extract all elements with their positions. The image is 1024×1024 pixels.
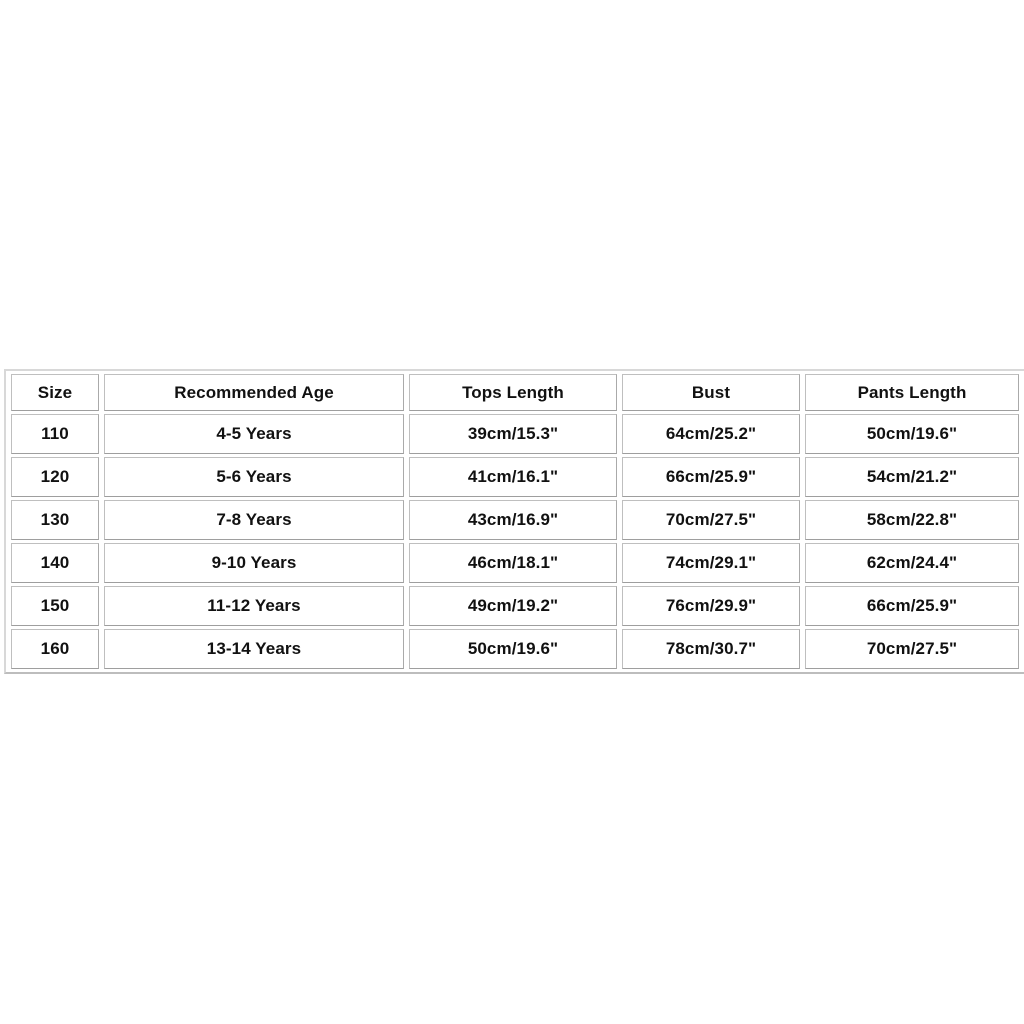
cell-bust: 76cm/29.9" <box>622 586 800 626</box>
size-chart-container: Size Recommended Age Tops Length Bust Pa… <box>4 369 1024 674</box>
column-header-pants-length: Pants Length <box>805 374 1019 411</box>
table-row: 130 7-8 Years 43cm/16.9" 70cm/27.5" 58cm… <box>11 500 1019 540</box>
cell-size: 130 <box>11 500 99 540</box>
cell-recommended-age: 11-12 Years <box>104 586 404 626</box>
cell-recommended-age: 7-8 Years <box>104 500 404 540</box>
cell-pants-length: 54cm/21.2" <box>805 457 1019 497</box>
table-row: 140 9-10 Years 46cm/18.1" 74cm/29.1" 62c… <box>11 543 1019 583</box>
cell-tops-length: 49cm/19.2" <box>409 586 617 626</box>
table-row: 120 5-6 Years 41cm/16.1" 66cm/25.9" 54cm… <box>11 457 1019 497</box>
cell-tops-length: 39cm/15.3" <box>409 414 617 454</box>
table-row: 110 4-5 Years 39cm/15.3" 64cm/25.2" 50cm… <box>11 414 1019 454</box>
cell-bust: 74cm/29.1" <box>622 543 800 583</box>
table-header-row: Size Recommended Age Tops Length Bust Pa… <box>11 374 1019 411</box>
cell-pants-length: 58cm/22.8" <box>805 500 1019 540</box>
cell-pants-length: 62cm/24.4" <box>805 543 1019 583</box>
column-header-bust: Bust <box>622 374 800 411</box>
size-chart-body: 110 4-5 Years 39cm/15.3" 64cm/25.2" 50cm… <box>11 414 1019 669</box>
cell-recommended-age: 9-10 Years <box>104 543 404 583</box>
cell-bust: 64cm/25.2" <box>622 414 800 454</box>
size-chart-header: Size Recommended Age Tops Length Bust Pa… <box>11 374 1019 411</box>
cell-recommended-age: 4-5 Years <box>104 414 404 454</box>
size-chart-table: Size Recommended Age Tops Length Bust Pa… <box>4 369 1024 674</box>
cell-size: 110 <box>11 414 99 454</box>
cell-pants-length: 50cm/19.6" <box>805 414 1019 454</box>
cell-tops-length: 46cm/18.1" <box>409 543 617 583</box>
column-header-tops-length: Tops Length <box>409 374 617 411</box>
table-row: 160 13-14 Years 50cm/19.6" 78cm/30.7" 70… <box>11 629 1019 669</box>
cell-bust: 70cm/27.5" <box>622 500 800 540</box>
cell-size: 120 <box>11 457 99 497</box>
cell-bust: 78cm/30.7" <box>622 629 800 669</box>
column-header-size: Size <box>11 374 99 411</box>
cell-bust: 66cm/25.9" <box>622 457 800 497</box>
cell-pants-length: 66cm/25.9" <box>805 586 1019 626</box>
cell-size: 140 <box>11 543 99 583</box>
cell-size: 160 <box>11 629 99 669</box>
cell-tops-length: 50cm/19.6" <box>409 629 617 669</box>
table-row: 150 11-12 Years 49cm/19.2" 76cm/29.9" 66… <box>11 586 1019 626</box>
cell-recommended-age: 5-6 Years <box>104 457 404 497</box>
cell-tops-length: 41cm/16.1" <box>409 457 617 497</box>
cell-tops-length: 43cm/16.9" <box>409 500 617 540</box>
cell-recommended-age: 13-14 Years <box>104 629 404 669</box>
column-header-recommended-age: Recommended Age <box>104 374 404 411</box>
cell-pants-length: 70cm/27.5" <box>805 629 1019 669</box>
cell-size: 150 <box>11 586 99 626</box>
